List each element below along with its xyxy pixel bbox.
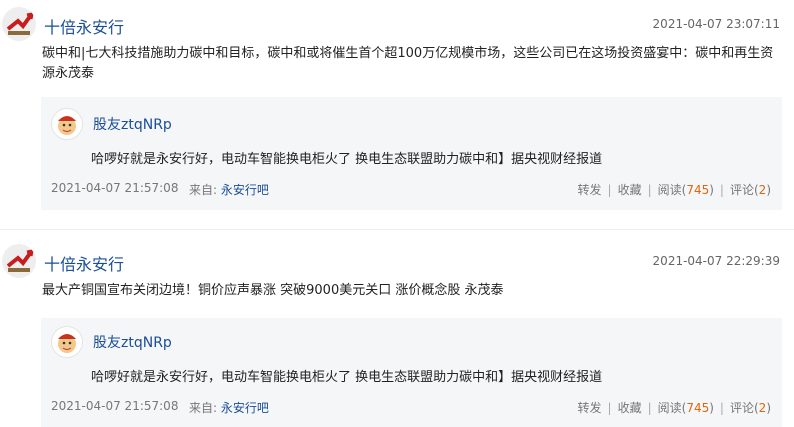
- forward-button[interactable]: 转发: [578, 401, 602, 415]
- post-1: 十倍永安行 2021-04-07 23:07:11 碳中和|七大科技措施助力碳中…: [0, 0, 794, 228]
- read-number: 745: [686, 401, 710, 415]
- post-content: 碳中和|七大科技措施助力碳中和目标，碳中和或将催生首个超100万亿规模市场，这些…: [42, 46, 774, 81]
- post-content: 最大产铜国宣布关闭边境！铜价应声暴涨 突破9000美元关口 涨价概念股 永茂泰: [42, 283, 504, 298]
- quoted-post[interactable]: 股友ztqNRp 哈啰好就是永安行好，电动车智能换电柜火了 换电生态联盟助力碳中…: [41, 97, 782, 210]
- comment-label: 评论: [729, 183, 754, 197]
- post-author[interactable]: 十倍永安行: [44, 251, 124, 275]
- quoted-author-avatar[interactable]: [51, 326, 83, 358]
- author-avatar[interactable]: [2, 244, 36, 278]
- post-time: 2021-04-07 23:07:11: [652, 17, 780, 31]
- read-label: 阅读: [657, 183, 682, 197]
- source-link[interactable]: 永安行吧: [221, 401, 269, 415]
- quoted-author[interactable]: 股友ztqNRp: [93, 114, 172, 134]
- quoted-source: 来自: 永安行吧: [189, 399, 269, 416]
- comment-number: 2: [758, 401, 767, 415]
- read-label: 阅读: [657, 401, 682, 415]
- comment-button[interactable]: 评论(2): [730, 401, 771, 415]
- comment-button[interactable]: 评论(2): [730, 183, 771, 197]
- quoted-author[interactable]: 股友ztqNRp: [93, 332, 172, 352]
- quoted-time: 2021-04-07 21:57:08: [51, 399, 179, 413]
- post-divider: [0, 229, 794, 230]
- post-time: 2021-04-07 22:29:39: [652, 254, 780, 268]
- comment-label: 评论: [729, 401, 754, 415]
- collect-button[interactable]: 收藏: [618, 401, 642, 415]
- quoted-post[interactable]: 股友ztqNRp 哈啰好就是永安行好，电动车智能换电柜火了 换电生态联盟助力碳中…: [41, 318, 782, 427]
- quoted-source: 来自: 永安行吧: [189, 181, 269, 198]
- post-author[interactable]: 十倍永安行: [44, 14, 124, 38]
- read-count: 阅读(745): [657, 183, 714, 197]
- quoted-author-avatar[interactable]: [51, 108, 83, 140]
- source-link[interactable]: 永安行吧: [221, 183, 269, 197]
- post-2: 十倍永安行 2021-04-07 22:29:39 最大产铜国宣布关闭边境！铜价…: [0, 236, 794, 427]
- forward-button[interactable]: 转发: [578, 183, 602, 197]
- quoted-actions: 转发 | 收藏 | 阅读(745) | 评论(2): [577, 183, 772, 197]
- comment-number: 2: [758, 183, 767, 197]
- collect-button[interactable]: 收藏: [618, 183, 642, 197]
- source-label: 来自:: [189, 401, 218, 415]
- quoted-actions: 转发 | 收藏 | 阅读(745) | 评论(2): [577, 401, 772, 415]
- quoted-text[interactable]: 哈啰好就是永安行好，电动车智能换电柜火了 换电生态联盟助力碳中和】据央视财经报道: [91, 148, 602, 167]
- source-label: 来自:: [189, 183, 218, 197]
- read-number: 745: [686, 183, 710, 197]
- read-count: 阅读(745): [657, 401, 714, 415]
- quoted-time: 2021-04-07 21:57:08: [51, 181, 179, 195]
- quoted-text[interactable]: 哈啰好就是永安行好，电动车智能换电柜火了 换电生态联盟助力碳中和】据央视财经报道: [91, 366, 602, 385]
- author-avatar[interactable]: [2, 7, 36, 41]
